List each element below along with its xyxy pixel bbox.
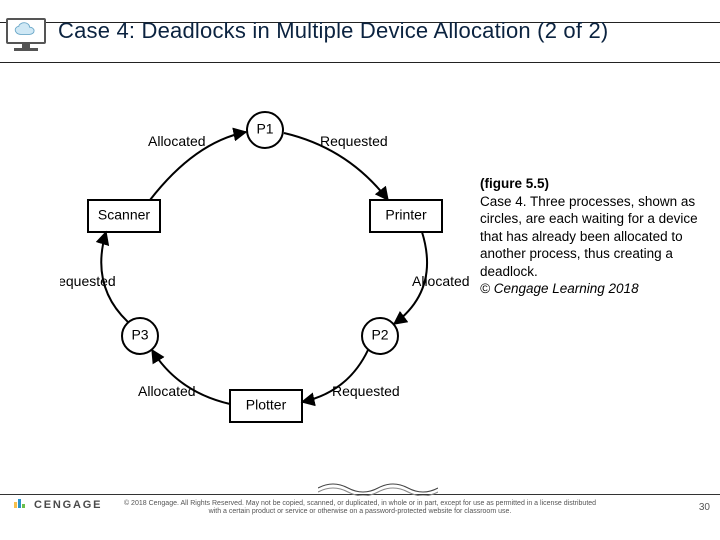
edge-scanner-p1-label: Allocated [148,133,206,149]
slide-title: Case 4: Deadlocks in Multiple Device All… [58,18,608,44]
node-p3-label: P3 [131,327,148,343]
edge-p2-plotter-label: Requested [332,383,400,399]
node-printer-label: Printer [385,207,427,223]
header-rule-bottom [0,62,720,63]
caption-body: Case 4. Three processes, shown as circle… [480,194,698,279]
caption-copyright: © Cengage Learning 2018 [480,281,639,296]
edge-plotter-p3-label: Allocated [138,383,196,399]
footer-copyright: © 2018 Cengage. All Rights Reserved. May… [0,500,720,517]
figure-ref: (figure 5.5) [480,175,710,193]
edge-p3-scanner-label: Requested [60,273,116,289]
slide-header: Case 4: Deadlocks in Multiple Device All… [0,0,720,62]
figure-caption: (figure 5.5) Case 4. Three processes, sh… [480,175,710,298]
edge-p1-printer-label: Requested [320,133,388,149]
node-plotter-label: Plotter [246,397,287,413]
page-number: 30 [699,502,710,513]
node-p1-label: P1 [256,121,273,137]
edge-printer-p2-label: Allocated [412,273,470,289]
page-tear-icon [318,476,438,496]
deadlock-diagram: P1 Printer P2 Plotter P3 Scanner Allocat… [60,100,470,440]
node-scanner-label: Scanner [98,207,150,223]
node-p2-label: P2 [371,327,388,343]
cloud-monitor-icon [6,18,46,52]
